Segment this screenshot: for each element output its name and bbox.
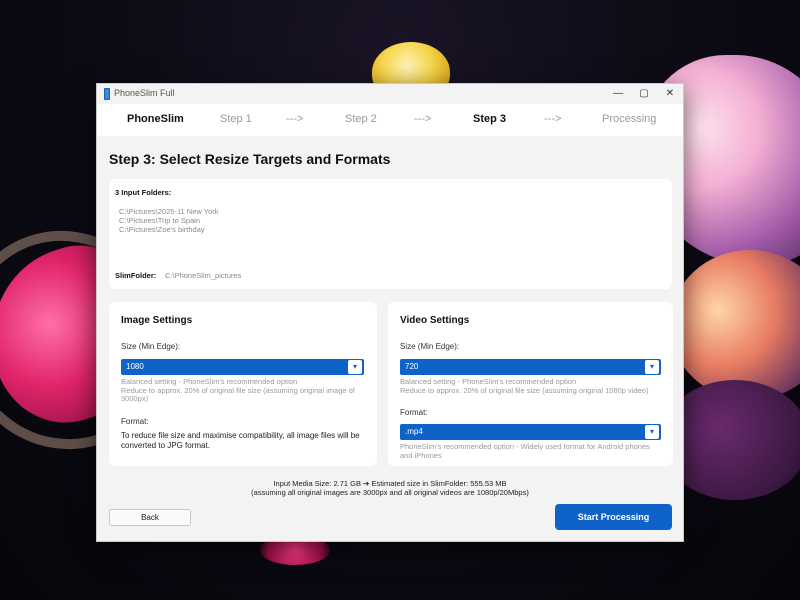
step-progress-bar: PhoneSlim Step 1 ---> Step 2 ---> Step 3…: [97, 104, 683, 136]
video-settings-card: Video Settings Size (Min Edge): 720 ▾ Ba…: [388, 302, 673, 466]
title-bar[interactable]: PhoneSlim Full — ▢ ✕: [97, 84, 683, 104]
video-format-select[interactable]: .mp4 ▾: [400, 424, 661, 440]
video-settings-title: Video Settings: [400, 315, 470, 326]
step-arrow-2: --->: [414, 113, 432, 125]
maximize-button[interactable]: ▢: [631, 84, 657, 104]
step-3-label: Step 3: [473, 113, 507, 125]
image-size-value: 1080: [126, 362, 144, 371]
video-size-label: Size (Min Edge):: [400, 342, 460, 351]
input-folders-title: 3 Input Folders:: [115, 188, 172, 197]
video-size-hint: Balanced setting - PhoneSlim's recommend…: [400, 377, 649, 395]
image-size-hint-line: Reduce to approx. 20% of original file s…: [121, 385, 355, 395]
slimfolder-path: C:\PhoneSlim_pictures: [165, 271, 242, 280]
video-format-hint-line: and iPhones: [400, 450, 442, 460]
size-summary: Input Media Size: 2.71 GB ➔ Estimated si…: [273, 479, 507, 488]
processing-step-label: Processing: [602, 113, 657, 125]
app-name: PhoneSlim: [127, 113, 184, 125]
image-format-text-line: To reduce file size and maximise compati…: [121, 431, 360, 440]
chevron-down-icon[interactable]: ▾: [645, 360, 659, 374]
start-processing-button[interactable]: Start Processing: [555, 504, 672, 530]
input-folders-card: 3 Input Folders: C:\Pictures\2025-11 New…: [109, 179, 672, 289]
step-arrow-1: --->: [286, 113, 304, 125]
image-size-label: Size (Min Edge):: [121, 342, 181, 351]
folder-item: C:\Pictures\2025-11 New York: [119, 207, 219, 216]
image-size-hint: Balanced setting - PhoneSlim's recommend…: [121, 377, 355, 404]
folder-item: C:\Pictures\Zoe's birthday: [119, 225, 205, 234]
video-format-hint: PhoneSlim's recommended option - Widely …: [400, 442, 650, 460]
image-settings-card: Image Settings Size (Min Edge): 1080 ▾ B…: [109, 302, 377, 466]
video-size-hint-line: Reduce to approx. 20% of original file s…: [400, 385, 649, 395]
back-button[interactable]: Back: [109, 509, 191, 526]
window-title: PhoneSlim Full: [114, 88, 175, 98]
video-format-label: Format:: [400, 408, 428, 417]
close-button[interactable]: ✕: [657, 84, 683, 104]
step-1-label: Step 1: [220, 113, 252, 125]
input-folders-list: C:\Pictures\2025-11 New York C:\Pictures…: [119, 207, 219, 234]
step-2-label: Step 2: [345, 113, 377, 125]
image-settings-title: Image Settings: [121, 315, 193, 326]
wallpaper-orange-shape: [670, 250, 800, 400]
chevron-down-icon[interactable]: ▾: [645, 425, 659, 439]
video-format-value: .mp4: [405, 427, 423, 436]
minimize-button[interactable]: —: [605, 84, 631, 104]
phone-icon: [104, 88, 110, 100]
image-format-text: To reduce file size and maximise compati…: [121, 431, 360, 451]
chevron-down-icon[interactable]: ▾: [348, 360, 362, 374]
video-size-select[interactable]: 720 ▾: [400, 359, 661, 375]
phoneslim-window: PhoneSlim Full — ▢ ✕ PhoneSlim Step 1 --…: [96, 83, 684, 542]
image-format-label: Format:: [121, 417, 149, 426]
page-title: Step 3: Select Resize Targets and Format…: [109, 151, 391, 167]
video-size-value: 720: [405, 362, 419, 371]
image-size-select[interactable]: 1080 ▾: [121, 359, 364, 375]
slimfolder-label: SlimFolder:: [115, 271, 157, 280]
folder-item: C:\Pictures\Trip to Spain: [119, 216, 201, 225]
step-arrow-3: --->: [544, 113, 562, 125]
image-format-text-line: converted to JPG format.: [121, 441, 210, 450]
image-size-hint-line: 3000px): [121, 394, 149, 403]
size-assumption-note: (assuming all original images are 3000px…: [251, 488, 529, 497]
